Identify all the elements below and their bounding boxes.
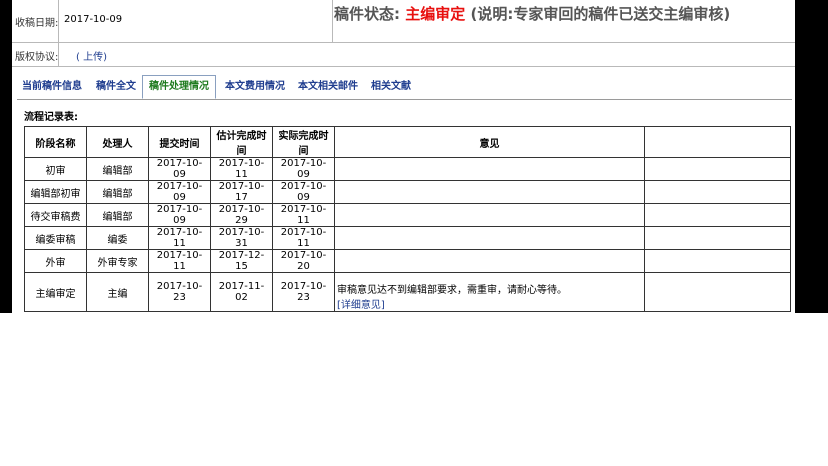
estimate-cell: 2017-10-11 [210, 157, 273, 181]
col-handler: 处理人 [86, 126, 149, 158]
stage-cell: 待交审稿费 [24, 203, 87, 227]
flow-table: 阶段名称 处理人 提交时间 估计完成时间 实际完成时间 意见 初审 编辑部 20… [24, 126, 791, 312]
table-row: 外审 外审专家 2017-10-11 2017-12-15 2017-10-20 [24, 249, 791, 273]
submit-cell: 2017-10-09 [148, 203, 211, 227]
submit-cell: 2017-10-09 [148, 180, 211, 204]
tab-full-text[interactable]: 稿件全文 [96, 76, 136, 98]
tab-processing[interactable]: 稿件处理情况 [142, 75, 216, 99]
divider [58, 42, 59, 66]
col-actual: 实际完成时间 [272, 126, 335, 158]
estimate-cell: 2017-10-17 [210, 180, 273, 204]
copyright-label: 版权协议: [15, 52, 59, 63]
col-stage: 阶段名称 [24, 126, 87, 158]
actual-cell: 2017-10-11 [272, 226, 335, 250]
blank-cell [644, 180, 791, 204]
submit-cell: 2017-10-23 [148, 272, 211, 312]
header-row: 收稿日期: 2017-10-09 稿件状态: 主编审定 (说明:专家审回的稿件已… [12, 0, 795, 43]
actual-cell: 2017-10-09 [272, 157, 335, 181]
estimate-cell: 2017-10-31 [210, 226, 273, 250]
tab-fees[interactable]: 本文费用情况 [225, 76, 285, 98]
divider [58, 0, 59, 42]
handler-cell: 编辑部 [86, 203, 149, 227]
flow-table-title: 流程记录表: [24, 112, 78, 123]
manuscript-page: 收稿日期: 2017-10-09 稿件状态: 主编审定 (说明:专家审回的稿件已… [12, 0, 795, 313]
blank-cell [644, 272, 791, 312]
table-row: 待交审稿费 编辑部 2017-10-09 2017-10-29 2017-10-… [24, 203, 791, 227]
table-row: 初审 编辑部 2017-10-09 2017-10-11 2017-10-09 [24, 157, 791, 181]
tab-emails[interactable]: 本文相关邮件 [298, 76, 358, 98]
submit-cell: 2017-10-11 [148, 226, 211, 250]
handler-cell: 编辑部 [86, 180, 149, 204]
upload-link[interactable]: ( 上传) [76, 48, 107, 63]
table-header-row: 阶段名称 处理人 提交时间 估计完成时间 实际完成时间 意见 [24, 126, 791, 158]
opinion-cell [334, 203, 645, 227]
received-date-value: 2017-10-09 [64, 14, 123, 25]
actual-cell: 2017-10-20 [272, 249, 335, 273]
manuscript-status: 稿件状态: 主编审定 (说明:专家审回的稿件已送交主编审核) [334, 3, 730, 24]
col-opinion: 意见 [334, 126, 645, 158]
table-row: 编辑部初审 编辑部 2017-10-09 2017-10-17 2017-10-… [24, 180, 791, 204]
handler-cell: 主编 [86, 272, 149, 312]
status-prefix: 稿件状态: [334, 5, 400, 23]
col-estimate: 估计完成时间 [210, 126, 273, 158]
actual-cell: 2017-10-23 [272, 272, 335, 312]
col-blank [644, 126, 791, 158]
handler-cell: 编委 [86, 226, 149, 250]
blank-cell [644, 203, 791, 227]
table-row: 编委审稿 编委 2017-10-11 2017-10-31 2017-10-11 [24, 226, 791, 250]
estimate-cell: 2017-10-29 [210, 203, 273, 227]
stage-cell: 编辑部初审 [24, 180, 87, 204]
tab-current-info[interactable]: 当前稿件信息 [22, 76, 82, 98]
handler-cell: 编辑部 [86, 157, 149, 181]
estimate-cell: 2017-12-15 [210, 249, 273, 273]
col-submit: 提交时间 [148, 126, 211, 158]
opinion-cell: 审稿意见达不到编辑部要求，需重审，请耐心等待。 [详细意见] [334, 272, 645, 312]
table-row: 主编审定 主编 2017-10-23 2017-11-02 2017-10-23… [24, 272, 791, 312]
actual-cell: 2017-10-09 [272, 180, 335, 204]
stage-cell: 编委审稿 [24, 226, 87, 250]
status-note: (说明:专家审回的稿件已送交主编审核) [470, 5, 731, 23]
stage-cell: 外审 [24, 249, 87, 273]
stage-cell: 主编审定 [24, 272, 87, 312]
tab-references[interactable]: 相关文献 [371, 76, 411, 98]
submit-cell: 2017-10-09 [148, 157, 211, 181]
estimate-cell: 2017-11-02 [210, 272, 273, 312]
divider [332, 0, 333, 42]
blank-cell [644, 249, 791, 273]
opinion-cell [334, 157, 645, 181]
blank-cell [644, 226, 791, 250]
status-value: 主编审定 [405, 5, 466, 23]
stage-cell: 初审 [24, 157, 87, 181]
empty-area [0, 313, 828, 466]
copyright-row: 版权协议: ( 上传) [12, 42, 795, 67]
opinion-cell [334, 249, 645, 273]
detail-opinion-link[interactable]: [详细意见] [337, 300, 385, 311]
opinion-text: 审稿意见达不到编辑部要求，需重审，请耐心等待。 [337, 285, 567, 296]
received-date-label: 收稿日期: [15, 18, 59, 29]
submit-cell: 2017-10-11 [148, 249, 211, 273]
handler-cell: 外审专家 [86, 249, 149, 273]
opinion-cell [334, 226, 645, 250]
opinion-cell [334, 180, 645, 204]
actual-cell: 2017-10-11 [272, 203, 335, 227]
tab-bar: 当前稿件信息 稿件全文 稿件处理情况 本文费用情况 本文相关邮件 相关文献 [17, 74, 792, 100]
blank-cell [644, 157, 791, 181]
